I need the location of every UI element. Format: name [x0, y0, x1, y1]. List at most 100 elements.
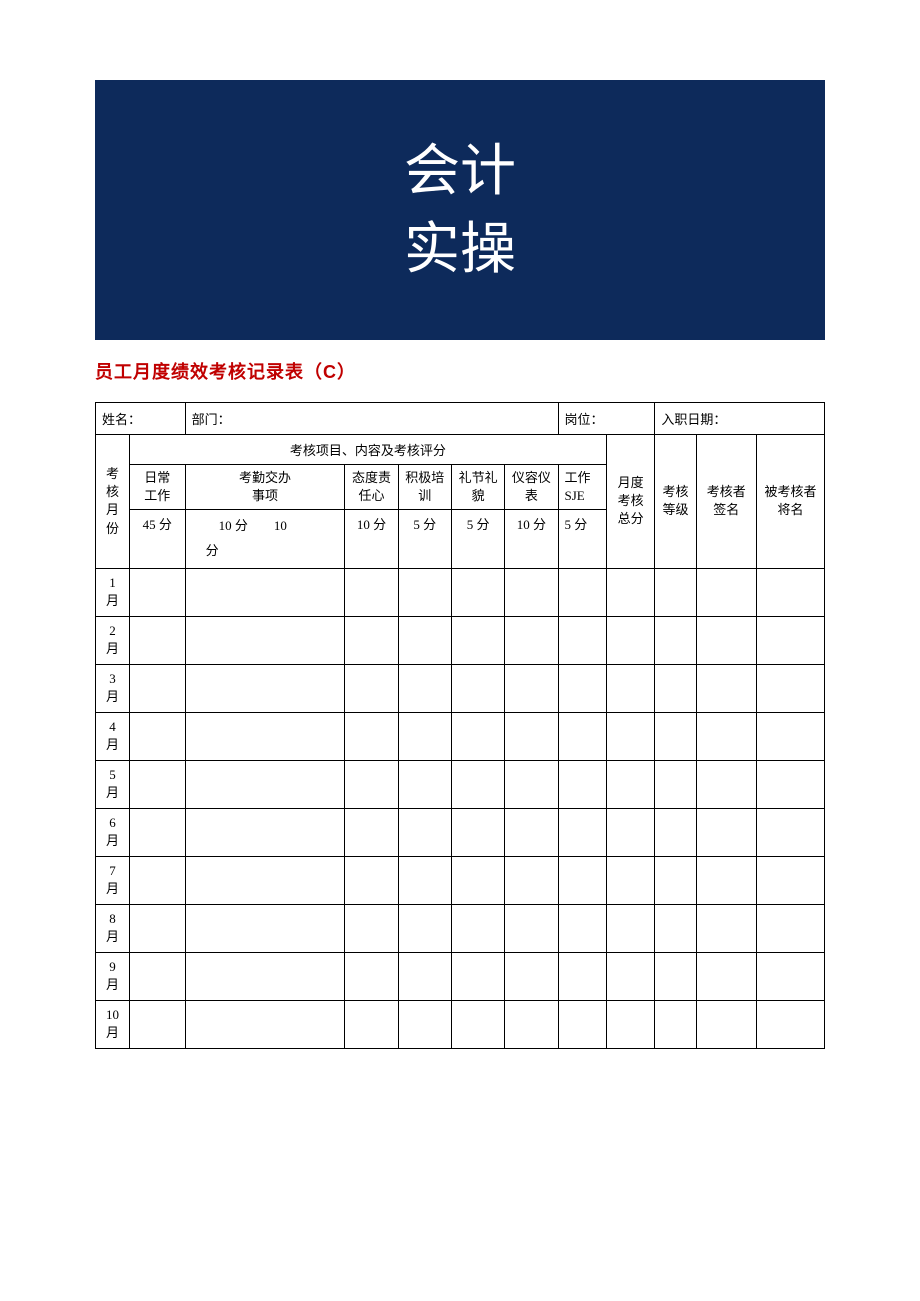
score-training: 5 分 [398, 510, 451, 568]
col-appearance-header: 仪容仪表 [505, 465, 558, 510]
data-cell [345, 1000, 398, 1048]
data-cell [345, 664, 398, 712]
data-cell [655, 664, 696, 712]
data-cell [606, 664, 654, 712]
data-cell [398, 760, 451, 808]
table-row: 4月 [96, 712, 825, 760]
data-cell [185, 856, 345, 904]
data-cell [558, 760, 606, 808]
table-row: 5月 [96, 760, 825, 808]
col-attend-header: 考勤交办事项 [185, 465, 345, 510]
data-cell [696, 616, 757, 664]
data-cell [345, 712, 398, 760]
score-etiquette: 5 分 [451, 510, 504, 568]
data-cell [185, 808, 345, 856]
data-cell [129, 712, 185, 760]
document-title: 员工月度绩效考核记录表（C） [95, 358, 825, 384]
data-cell [505, 616, 558, 664]
data-cell [185, 952, 345, 1000]
data-cell [696, 856, 757, 904]
data-cell [558, 712, 606, 760]
table-row: 1月 [96, 568, 825, 616]
banner: 会计 实操 [95, 80, 825, 340]
data-cell [129, 760, 185, 808]
table-row: 8月 [96, 904, 825, 952]
data-cell [398, 952, 451, 1000]
data-cell [757, 664, 825, 712]
data-cell [558, 904, 606, 952]
data-cell [345, 616, 398, 664]
data-cell [606, 808, 654, 856]
data-cell [606, 616, 654, 664]
name-label: 姓名： [96, 403, 186, 435]
data-cell [129, 664, 185, 712]
data-cell [606, 568, 654, 616]
data-cell [757, 1000, 825, 1048]
data-cell [696, 952, 757, 1000]
month-cell: 9月 [96, 952, 130, 1000]
data-cell [655, 856, 696, 904]
data-cell [558, 568, 606, 616]
data-cell [398, 616, 451, 664]
table-row: 10月 [96, 1000, 825, 1048]
table-row: 2月 [96, 616, 825, 664]
data-cell [505, 568, 558, 616]
info-row: 姓名： 部门： 岗位： 入职日期： [96, 403, 825, 435]
data-cell [505, 712, 558, 760]
data-cell [451, 664, 504, 712]
data-cell [696, 712, 757, 760]
data-cell [696, 1000, 757, 1048]
month-cell: 2月 [96, 616, 130, 664]
data-cell [606, 952, 654, 1000]
data-cell [655, 808, 696, 856]
data-cell [558, 616, 606, 664]
data-cell [696, 760, 757, 808]
score-appearance: 10 分 [505, 510, 558, 568]
data-cell [655, 712, 696, 760]
score-sje: 5 分 [558, 510, 606, 568]
data-cell [345, 904, 398, 952]
data-cell [655, 952, 696, 1000]
data-cell [757, 904, 825, 952]
header-row-1: 考核月份 考核项目、内容及考核评分 月度考核总分 考核等级 考核者签名 被考核者… [96, 435, 825, 465]
data-cell [451, 568, 504, 616]
score-attitude: 10 分 [345, 510, 398, 568]
col-signer-header: 考核者签名 [696, 435, 757, 569]
position-label: 岗位： [558, 403, 655, 435]
dept-label: 部门： [185, 403, 558, 435]
data-cell [451, 712, 504, 760]
data-cell [505, 1000, 558, 1048]
data-cell [606, 904, 654, 952]
data-cell [558, 664, 606, 712]
table-row: 9月 [96, 952, 825, 1000]
data-cell [345, 760, 398, 808]
month-cell: 5月 [96, 760, 130, 808]
data-cell [505, 808, 558, 856]
data-cell [398, 904, 451, 952]
data-cell [398, 568, 451, 616]
data-cell [757, 952, 825, 1000]
data-cell [129, 808, 185, 856]
data-cell [129, 616, 185, 664]
month-cell: 3月 [96, 664, 130, 712]
col-signee-header: 被考核者将名 [757, 435, 825, 569]
data-cell [345, 568, 398, 616]
data-cell [185, 1000, 345, 1048]
data-cell [451, 856, 504, 904]
score-daily: 45 分 [129, 510, 185, 568]
data-cell [558, 808, 606, 856]
data-cell [451, 616, 504, 664]
data-cell [505, 856, 558, 904]
data-cell [606, 856, 654, 904]
data-cell [696, 808, 757, 856]
data-cell [345, 808, 398, 856]
data-cell [129, 1000, 185, 1048]
data-cell [185, 760, 345, 808]
data-cell [655, 616, 696, 664]
data-cell [505, 952, 558, 1000]
data-cell [757, 712, 825, 760]
data-cell [345, 856, 398, 904]
data-cell [398, 712, 451, 760]
data-cell [398, 808, 451, 856]
col-attitude-header: 态度责任心 [345, 465, 398, 510]
